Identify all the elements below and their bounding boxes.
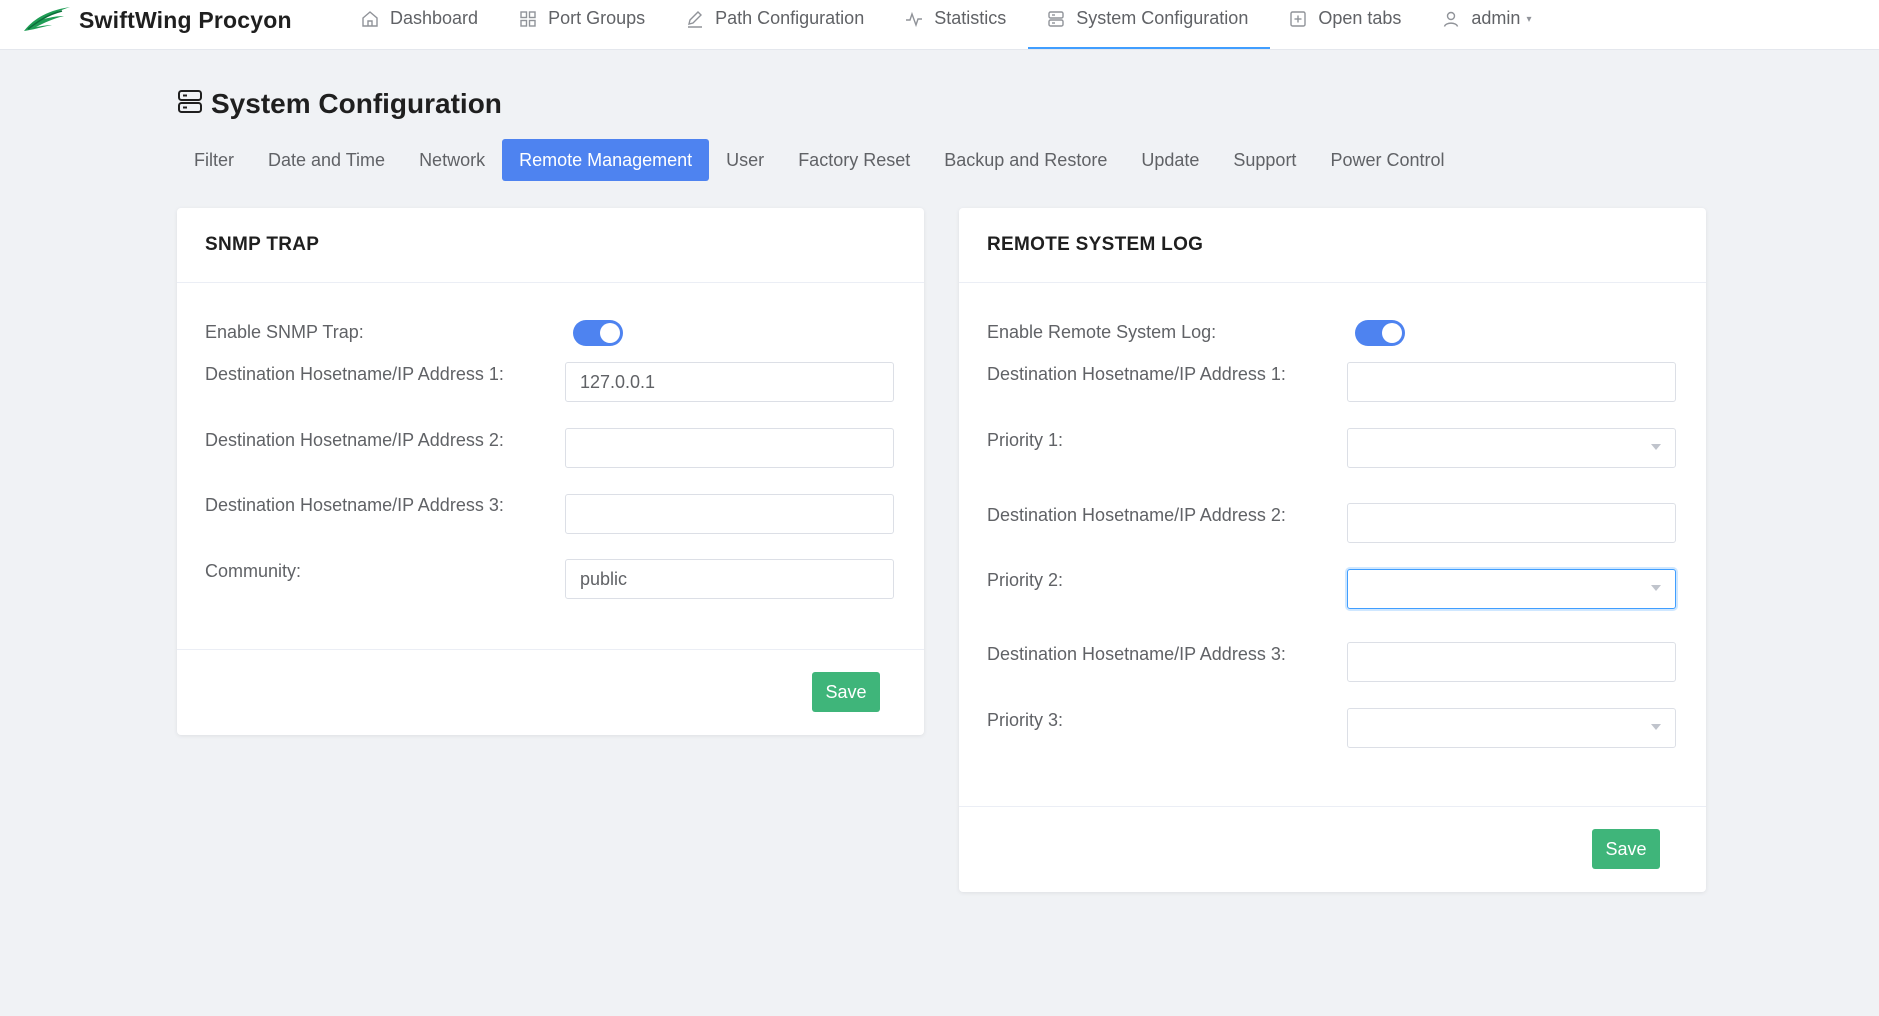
- syslog-priority2-select[interactable]: [1347, 569, 1676, 609]
- server-icon: [1046, 9, 1066, 29]
- nav-label: Open tabs: [1318, 8, 1402, 28]
- nav-user-menu[interactable]: admin ▾: [1423, 0, 1553, 49]
- tab-backup-and-restore[interactable]: Backup and Restore: [927, 139, 1124, 181]
- nav-label: admin: [1471, 8, 1521, 28]
- field-label: Destination Hosetname/IP Address 2:: [987, 505, 1286, 525]
- syslog-save-button[interactable]: Save: [1592, 829, 1660, 869]
- top-navigation-bar: SwiftWing Procyon Dashboard Port Groups …: [0, 0, 1879, 50]
- tab-power-control[interactable]: Power Control: [1313, 139, 1461, 181]
- tab-date-and-time[interactable]: Date and Time: [251, 139, 402, 181]
- tab-update[interactable]: Update: [1124, 139, 1216, 181]
- syslog-priority3-select[interactable]: [1347, 708, 1676, 748]
- field-label: Destination Hosetname/IP Address 1:: [987, 364, 1286, 384]
- tab-user[interactable]: User: [709, 139, 781, 181]
- nav-label: Port Groups: [548, 8, 646, 28]
- field-label: Priority 1:: [987, 430, 1064, 450]
- tab-filter[interactable]: Filter: [177, 139, 251, 181]
- main-nav: Dashboard Port Groups Path Configuration…: [342, 0, 1553, 49]
- nav-path-configuration[interactable]: Path Configuration: [667, 0, 886, 49]
- nav-open-tabs[interactable]: Open tabs: [1270, 0, 1423, 49]
- field-label: Priority 3:: [987, 710, 1064, 730]
- tab-support[interactable]: Support: [1216, 139, 1313, 181]
- plus-square-icon: [1288, 9, 1308, 29]
- brand[interactable]: SwiftWing Procyon: [22, 0, 292, 40]
- tab-remote-management[interactable]: Remote Management: [502, 139, 710, 181]
- edit-icon: [685, 9, 705, 29]
- home-icon: [360, 9, 380, 29]
- user-icon: [1441, 9, 1461, 29]
- field-label: Destination Hosetname/IP Address 2:: [205, 430, 504, 450]
- toggle-knob: [1382, 323, 1402, 343]
- nav-statistics[interactable]: Statistics: [886, 0, 1028, 49]
- pulse-icon: [904, 9, 924, 29]
- tab-network[interactable]: Network: [402, 139, 502, 181]
- snmp-community-input[interactable]: public: [565, 559, 894, 599]
- tab-factory-reset[interactable]: Factory Reset: [781, 139, 927, 181]
- field-label: Destination Hosetname/IP Address 3:: [205, 495, 504, 515]
- field-label: Priority 2:: [987, 570, 1064, 590]
- nav-label: Path Configuration: [715, 8, 865, 28]
- server-icon: [177, 89, 211, 120]
- syslog-dest3-input[interactable]: [1347, 642, 1676, 682]
- config-tabs: Filter Date and Time Network Remote Mana…: [177, 139, 1461, 181]
- card-title: SNMP TRAP: [177, 208, 924, 283]
- chevron-down-icon: [1651, 444, 1661, 450]
- card-footer: Save: [177, 649, 924, 735]
- chevron-down-icon: [1651, 724, 1661, 730]
- card-footer: Save: [959, 806, 1706, 892]
- nav-system-configuration[interactable]: System Configuration: [1028, 0, 1271, 49]
- wing-logo-icon: [22, 3, 72, 38]
- card-title: REMOTE SYSTEM LOG: [959, 208, 1706, 283]
- snmp-dest2-input[interactable]: [565, 428, 894, 468]
- nav-label: Dashboard: [390, 8, 479, 28]
- syslog-dest2-input[interactable]: [1347, 503, 1676, 543]
- nav-label: Statistics: [934, 8, 1007, 28]
- snmp-dest1-input[interactable]: 127.0.0.1: [565, 362, 894, 402]
- snmp-trap-card: SNMP TRAP Enable SNMP Trap: Destination …: [177, 208, 924, 735]
- field-label: Destination Hosetname/IP Address 3:: [987, 644, 1286, 664]
- field-label: Community:: [205, 561, 302, 581]
- chevron-down-icon: ▾: [1526, 14, 1532, 25]
- nav-label: System Configuration: [1076, 8, 1249, 28]
- brand-name: SwiftWing Procyon: [79, 6, 292, 33]
- field-label: Destination Hosetname/IP Address 1:: [205, 364, 504, 384]
- snmp-dest3-input[interactable]: [565, 494, 894, 534]
- syslog-enable-toggle[interactable]: [1355, 320, 1405, 346]
- syslog-dest1-input[interactable]: [1347, 362, 1676, 402]
- syslog-priority1-select[interactable]: [1347, 428, 1676, 468]
- snmp-save-button[interactable]: Save: [812, 672, 880, 712]
- field-label: Enable SNMP Trap:: [205, 322, 364, 342]
- remote-system-log-card: REMOTE SYSTEM LOG Enable Remote System L…: [959, 208, 1706, 892]
- chevron-down-icon: [1651, 585, 1661, 591]
- field-label: Enable Remote System Log:: [987, 322, 1217, 342]
- nav-port-groups[interactable]: Port Groups: [500, 0, 667, 49]
- page-title: System Configuration: [177, 88, 502, 120]
- snmp-enable-toggle[interactable]: [573, 320, 623, 346]
- nav-dashboard[interactable]: Dashboard: [342, 0, 500, 49]
- page-title-text: System Configuration: [211, 88, 502, 119]
- toggle-knob: [600, 323, 620, 343]
- grid-icon: [518, 9, 538, 29]
